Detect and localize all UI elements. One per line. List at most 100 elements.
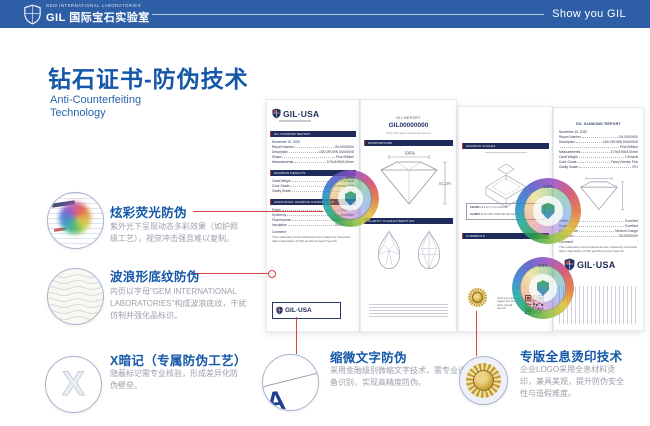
gold-seal-icon [468, 288, 487, 307]
page-subtitle: Anti-Counterfeiting Technology [50, 94, 141, 120]
cert-footer-logo-box: GIL·USA [272, 302, 341, 319]
depth-percent-label: 61.3% [439, 181, 451, 186]
dotted-leader [579, 157, 624, 158]
slide-anti-counterfeiting: GEM INTERNATIONAL LABORATORIES GIL 国际宝石实… [0, 0, 650, 426]
report-label: GIL REPORT [361, 116, 456, 120]
brand-name: GIL·USA [285, 307, 312, 314]
clarity-scale-label: CLARITY [470, 213, 480, 216]
feature-title-microtext: 缩微文字防伪 [330, 347, 407, 366]
field-label: Clarity Grade [559, 165, 578, 170]
feature-desc-fluorescence: 紫外光下呈现动态多彩效果（如护照级工艺），视觉冲击强且难以复制。 [110, 221, 242, 245]
subtitle-line-2: Technology [50, 107, 141, 120]
color-scale-values: D E F G H I J K L M N O-Z [479, 206, 507, 209]
feature-title-hotstamp: 专版全息烫印技术 [520, 346, 622, 365]
feature-desc-hotstamp: 企业LOGO采用全息材料烫印，兼具美观，提升防伪安全性与造假难度。 [520, 364, 628, 400]
field-label: Description [559, 140, 575, 145]
dotted-leader [577, 162, 610, 163]
report-number: GIL00000000 [361, 122, 456, 129]
seal-core [533, 196, 562, 225]
feature-desc-wave: 内页以字母"GEM INTERNATIONAL LABORATORIES"构成波… [110, 286, 250, 322]
connector-line-fluorescence [193, 211, 323, 212]
magnified-letter-icon: A [264, 385, 287, 411]
dotted-leader [579, 167, 631, 168]
cert-field-row: Measurements 8.76x5.98x3.65mm [267, 160, 359, 165]
section-bar-scales: GRADING SCALES [462, 143, 549, 149]
header-divider-line [152, 14, 544, 15]
brand-shield-icon [272, 108, 281, 119]
pear-diagram-face-up [373, 229, 405, 272]
feature-image-wave [47, 268, 104, 325]
field-label: Measurements [272, 160, 293, 165]
dotted-leader [282, 157, 335, 158]
dotted-leader [574, 226, 624, 227]
feature-image-fluorescence [47, 192, 104, 249]
field-value: VS1 [632, 165, 638, 170]
section-bar-proportions: PROPORTIONS [364, 140, 453, 146]
seal-usa-text: USA [515, 184, 581, 189]
report-rows: Report NumberGIL00000000DescriptionLAB G… [267, 145, 359, 165]
field-value: 8.76x5.98x3.65mm [327, 160, 354, 165]
feature-image-hotstamp [459, 356, 508, 405]
gil-logo: GEM INTERNATIONAL LABORATORIES GIL 国际宝石实… [24, 3, 150, 25]
comment-text: This Laboratory Grown Diamond was create… [267, 235, 359, 243]
dotted-leader [289, 152, 318, 153]
dotted-leader [295, 147, 334, 148]
dotted-leader [560, 147, 619, 148]
feature-image-microtext: A [262, 354, 319, 411]
cert-brand-logo: GIL·USA [564, 258, 643, 271]
seal-shield-icon [537, 280, 549, 296]
subtitle-line-1: Anti-Counterfeiting [50, 94, 141, 107]
color-scale-label: COLOR [470, 206, 479, 209]
cert-brand-logo: GIL·USA [272, 108, 359, 119]
dotted-leader [290, 186, 326, 187]
pear-diagram-face-down [413, 229, 445, 272]
certificate-page-2: GIL REPORT GIL00000000 Verify this repor… [360, 99, 457, 332]
field-value: GIL00000000 [619, 234, 638, 239]
feature-title-x-mark: X暗记（专属防伪工艺） [110, 350, 247, 369]
section-bar-clarity: CLARITY CHARACTERISTICS [364, 218, 453, 224]
feature-title-fluorescence: 炫彩荧光防伪 [110, 202, 187, 221]
connector-line-wave [191, 273, 269, 274]
rainbow-holographic-seal: USA [322, 170, 379, 227]
seal-shield-icon [345, 191, 356, 206]
dotted-leader [582, 137, 618, 138]
brand-tagline-line [279, 120, 311, 122]
report-rows: Report NumberGIL00000000DescriptionLAB G… [554, 135, 643, 170]
table-percent-label: 64% [405, 151, 416, 157]
cert-field-row: Clarity Grade VS1 [554, 165, 643, 170]
feature-image-x-mark: X [45, 356, 102, 413]
section-bar-report: GIL DIAMOND REPORT [270, 131, 356, 137]
hidden-x-mark-icon: X [46, 357, 101, 412]
verify-note: Verify this report at www.gil-usa.com [361, 131, 456, 135]
rainbow-holographic-seal: USA [515, 178, 581, 244]
dotted-leader [294, 162, 326, 163]
brand-name: GIL·USA [283, 109, 319, 119]
dotted-leader [288, 225, 334, 226]
org-name-zh: GIL 国际宝石实验室 [46, 9, 150, 25]
brand-name: GIL·USA [577, 260, 615, 270]
seal-shield-icon [541, 203, 554, 220]
header-bar: GEM INTERNATIONAL LABORATORIES GIL 国际宝石实… [0, 0, 650, 28]
header-tagline: Show you GIL [552, 8, 626, 20]
seal-core [338, 186, 363, 211]
proportions-diagram: 64% 61.3% [367, 150, 451, 214]
field-label: Clarity Grade [272, 189, 291, 194]
rainbow-fluorescence-icon [59, 202, 91, 234]
comment-text: This Laboratory Grown Diamond was create… [554, 245, 643, 253]
rainbow-holographic-seal: USA [512, 257, 574, 319]
org-name-en: GEM INTERNATIONAL LABORATORIES [46, 3, 150, 8]
seal-core [529, 274, 556, 301]
page-title: 钻石证书-防伪技术 [48, 60, 249, 94]
scale-caption-line [485, 152, 527, 155]
feature-desc-microtext: 采用金融级别微缩文字技术，需专业设备识别，实现高精度防伪。 [330, 365, 468, 389]
gil-shield-icon [24, 4, 41, 25]
clarity-diagrams [361, 229, 456, 272]
brand-shield-icon [276, 306, 283, 315]
gold-seal-icon [466, 363, 501, 398]
field-label: Inscription [272, 223, 287, 228]
connector-endpoint-circle [268, 270, 276, 278]
feature-desc-x-mark: 隐蔽标记需专业核验，形成差异化防伪壁垒。 [110, 368, 244, 392]
guilloche-waves-icon [48, 269, 103, 324]
dotted-leader [579, 231, 614, 232]
dotted-leader [576, 142, 602, 143]
